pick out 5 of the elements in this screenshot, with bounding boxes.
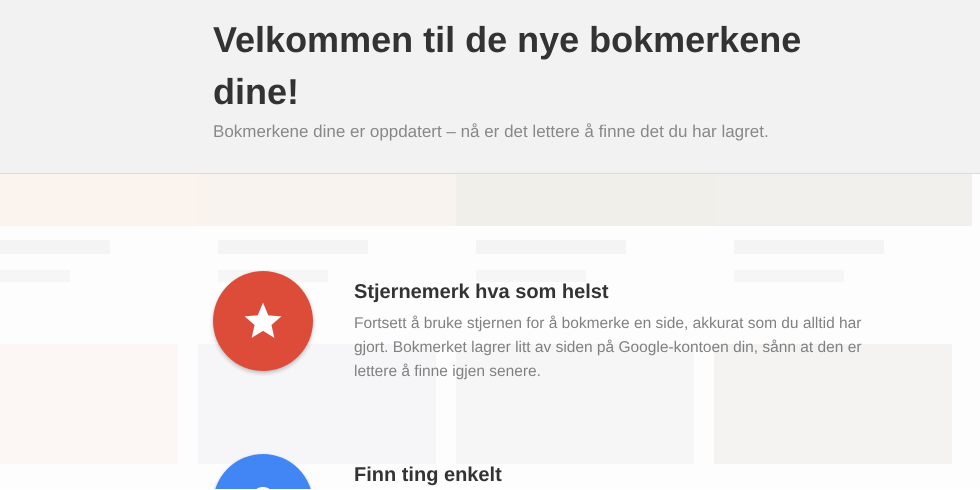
page-subtitle: Bokmerkene dine er oppdatert – nå er det lettere å finne det du har lagret. — [213, 122, 770, 142]
feature-description: Fortsett å bruke stjernen for å bokmerke en side, akkurat som du alltid har gjort. Bokmerket lagrer litt av siden på Google-kontoen din, sånn at den er lettere å finne igjen senere. — [354, 314, 862, 382]
page-title: Velkommen til de nye bokmerkene dine! — [213, 18, 802, 114]
feature-title: Stjernemerk hva som helst — [354, 281, 610, 304]
feature-title: Finn ting enkelt — [354, 464, 503, 487]
